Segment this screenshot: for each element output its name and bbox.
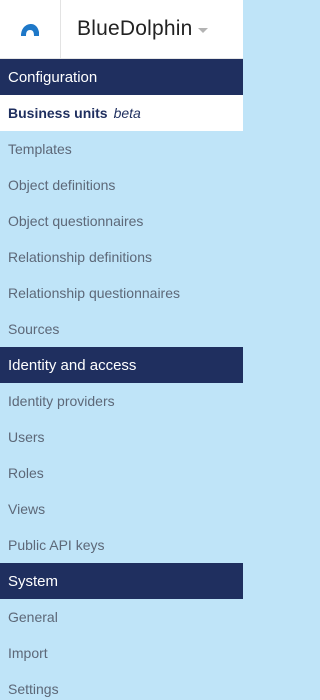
sidebar-header: BlueDolphin [0,0,243,59]
menu-item-public-api-keys[interactable]: Public API keys [0,527,243,563]
menu-item-general[interactable]: General [0,599,243,635]
menu-item-roles[interactable]: Roles [0,455,243,491]
menu-item-label: General [8,609,58,625]
admin-sidebar: BlueDolphin Configuration Business units… [0,0,243,700]
section-system: System General Import Settings [0,563,243,700]
menu-item-label: Roles [8,465,44,481]
menu-item-relationship-questionnaires[interactable]: Relationship questionnaires [0,275,243,311]
menu-item-label: Public API keys [8,537,105,553]
logo-button[interactable] [0,0,61,59]
menu-item-templates[interactable]: Templates [0,131,243,167]
menu-item-sources[interactable]: Sources [0,311,243,347]
section-identity-and-access: Identity and access Identity providers U… [0,347,243,563]
menu-item-users[interactable]: Users [0,419,243,455]
menu-item-import[interactable]: Import [0,635,243,671]
menu-item-relationship-definitions[interactable]: Relationship definitions [0,239,243,275]
dolphin-logo-icon [21,23,39,36]
menu-item-object-definitions[interactable]: Object definitions [0,167,243,203]
app-name: BlueDolphin [77,17,193,40]
section-header-system: System [0,563,243,599]
menu-item-label: Settings [8,681,59,697]
menu-item-label: Relationship questionnaires [8,285,180,301]
section-header-identity-and-access: Identity and access [0,347,243,383]
menu-item-label: Object definitions [8,177,116,193]
menu-item-settings[interactable]: Settings [0,671,243,700]
menu-item-business-units[interactable]: Business units beta [0,95,243,131]
app-switcher-dropdown[interactable]: BlueDolphin [61,0,243,58]
menu-item-label: Object questionnaires [8,213,144,229]
menu-item-label: Relationship definitions [8,249,152,265]
menu-item-label: Users [8,429,45,445]
menu-item-label: Sources [8,321,60,337]
beta-badge: beta [113,105,141,121]
menu-item-label: Import [8,645,48,661]
menu-item-object-questionnaires[interactable]: Object questionnaires [0,203,243,239]
menu-item-identity-providers[interactable]: Identity providers [0,383,243,419]
menu-item-label: Views [8,501,46,517]
section-header-configuration: Configuration [0,59,243,95]
menu-item-label: Business units [8,105,108,121]
menu-item-label: Identity providers [8,393,115,409]
section-configuration: Configuration Business units beta Templa… [0,59,243,347]
menu-item-views[interactable]: Views [0,491,243,527]
menu-item-label: Templates [8,141,72,157]
chevron-down-icon [198,27,209,33]
